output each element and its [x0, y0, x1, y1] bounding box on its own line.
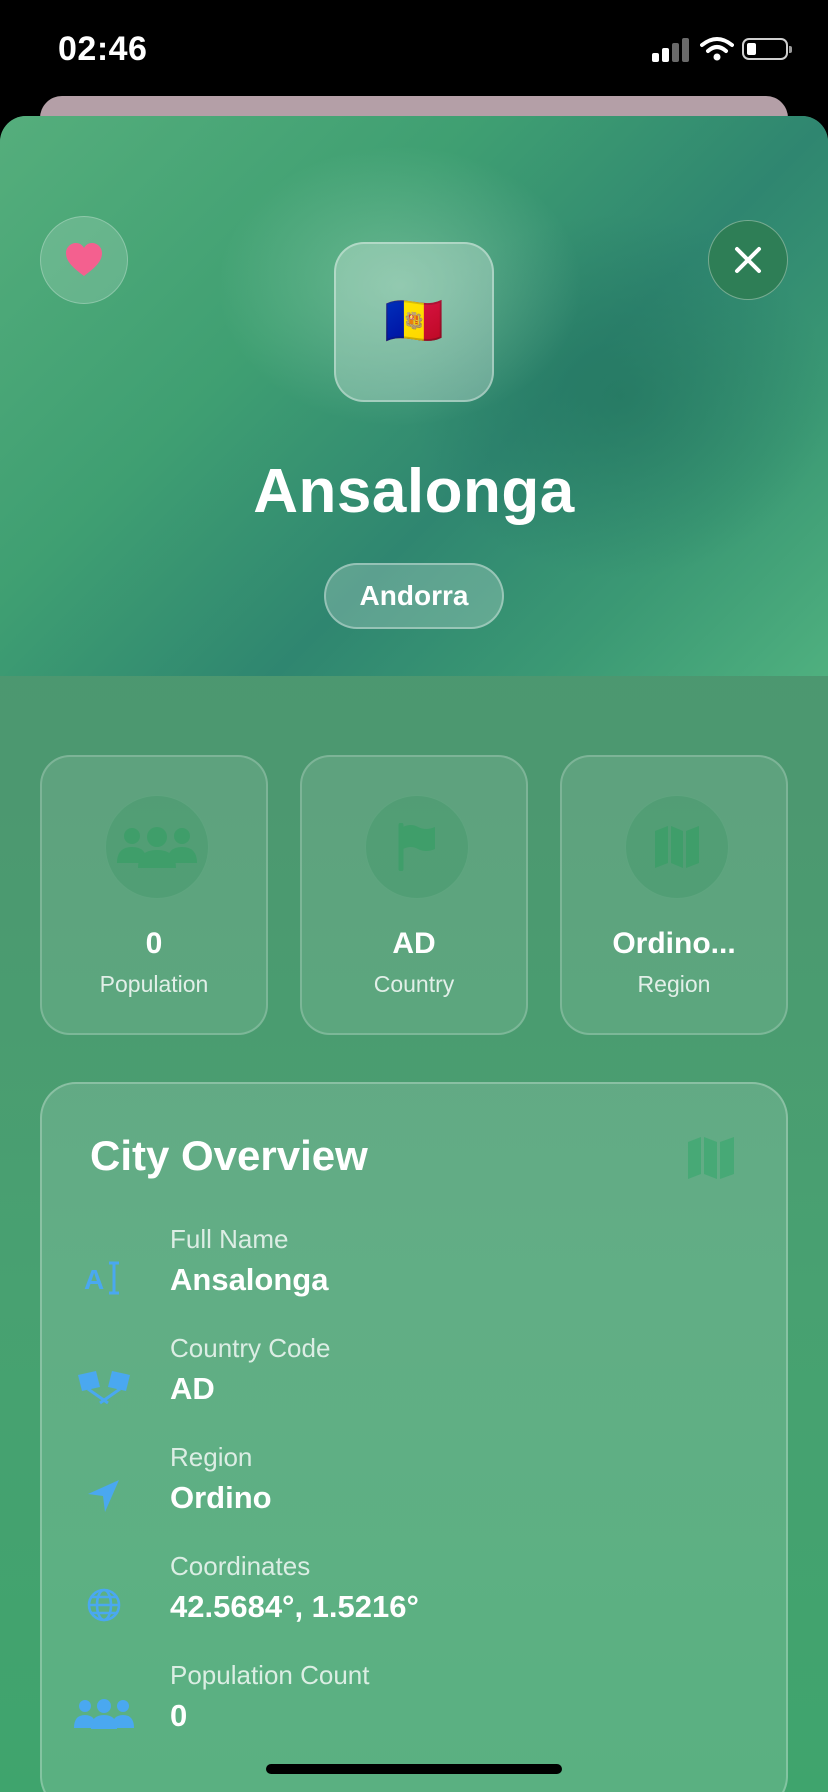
hero-header: 🇦🇩 Ansalonga Andorra	[0, 116, 828, 676]
stat-card-region: Ordino... Region	[560, 755, 788, 1035]
home-indicator[interactable]	[266, 1764, 562, 1774]
close-button[interactable]	[708, 220, 788, 300]
close-icon	[735, 247, 761, 273]
status-time: 02:46	[58, 30, 148, 68]
row-label: Country Code	[170, 1333, 331, 1363]
overview-row-region: Region Ordino	[42, 1442, 786, 1542]
flag-icon	[398, 823, 435, 871]
stat-label: Population	[99, 971, 209, 997]
row-label: Population Count	[170, 1660, 370, 1690]
flag-tile: 🇦🇩	[334, 242, 494, 402]
overview-row-full-name: A Full Name Ansalonga	[42, 1224, 786, 1324]
battery-icon	[742, 38, 792, 60]
map-icon	[688, 1137, 734, 1179]
status-bar: 02:46	[0, 0, 828, 100]
stat-value: 0	[145, 927, 163, 960]
city-detail-sheet: 🇦🇩 Ansalonga Andorra 0 Population AD Cou…	[0, 116, 828, 1792]
people-icon	[117, 827, 197, 868]
location-arrow-icon	[88, 1480, 119, 1512]
overview-row-country-code: Country Code AD	[42, 1333, 786, 1433]
text-cursor-icon: A	[84, 1261, 119, 1295]
favorite-button[interactable]	[40, 216, 128, 304]
city-overview-card: City Overview A Full Name Ansalonga Coun…	[40, 1082, 788, 1792]
stat-label: Country	[373, 971, 455, 997]
row-value: AD	[170, 1371, 215, 1406]
country-flag: 🇦🇩	[384, 295, 444, 348]
people-icon	[74, 1699, 134, 1729]
country-badge[interactable]: Andorra	[324, 563, 504, 629]
stat-value: Ordino...	[612, 927, 736, 960]
row-value: 42.5684°, 1.5216°	[170, 1589, 419, 1624]
map-icon	[655, 826, 699, 868]
flags-icon	[78, 1371, 130, 1405]
stat-card-population: 0 Population	[40, 755, 268, 1035]
row-label: Coordinates	[170, 1551, 311, 1581]
wifi-icon	[700, 37, 734, 61]
row-label: Region	[170, 1442, 253, 1472]
row-value: 0	[170, 1698, 188, 1733]
row-label: Full Name	[170, 1224, 289, 1254]
city-title: Ansalonga	[253, 457, 575, 526]
heart-icon	[66, 243, 102, 276]
row-value: Ordino	[170, 1480, 272, 1515]
cellular-signal-icon	[652, 38, 692, 62]
overview-row-population-count: Population Count 0	[42, 1660, 786, 1760]
stat-value: AD	[392, 927, 436, 960]
stat-label: Region	[637, 971, 711, 997]
stat-card-country: AD Country	[300, 755, 528, 1035]
svg-text:A: A	[84, 1264, 104, 1295]
globe-icon	[87, 1588, 121, 1622]
overview-title: City Overview	[90, 1132, 368, 1179]
row-value: Ansalonga	[170, 1262, 329, 1297]
overview-row-coordinates: Coordinates 42.5684°, 1.5216°	[42, 1551, 786, 1651]
